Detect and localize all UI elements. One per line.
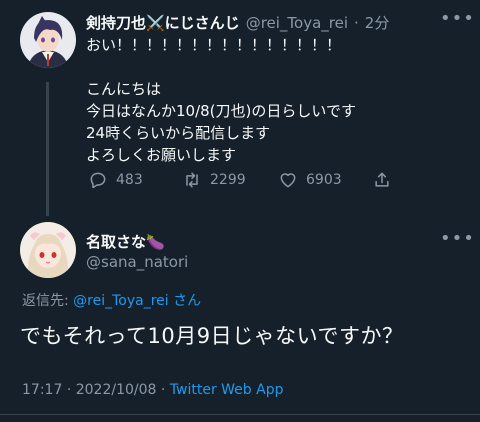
tweet-meta: 17:17 · 2022/10/08 · Twitter Web App — [22, 382, 283, 398]
meta-separator: · — [66, 382, 72, 398]
tweet-time[interactable]: 17:17 — [22, 382, 62, 398]
reply-suffix: さん — [168, 293, 202, 309]
tweet-line: よろしくお願いします — [86, 146, 237, 164]
avatar-toya[interactable] — [20, 12, 76, 68]
timestamp[interactable]: 2分 — [365, 12, 390, 33]
more-icon[interactable]: ••• — [440, 230, 475, 248]
display-name[interactable]: 名取さな🍆 — [86, 231, 165, 252]
retweet-count: 2299 — [210, 172, 246, 188]
like-button[interactable]: 6903 — [278, 170, 342, 190]
reply-count: 483 — [116, 172, 143, 188]
username[interactable]: @sana_natori — [86, 253, 188, 271]
replying-to: 返信先: @rei_Toya_rei さん — [22, 290, 201, 310]
avatar-sana[interactable] — [20, 222, 76, 278]
tweet-header: 剣持刀也⚔️にじさんじ @rei_Toya_rei · 2分 — [86, 12, 389, 33]
header-separator: · — [354, 13, 359, 32]
meta-separator: · — [160, 382, 166, 398]
reply-button[interactable]: 483 — [88, 170, 143, 190]
reply-to-link[interactable]: @rei_Toya_rei — [73, 293, 169, 309]
tweet-line: 24時くらいから配信します — [86, 124, 271, 142]
retweet-button[interactable]: 2299 — [182, 170, 246, 190]
more-icon[interactable]: ••• — [440, 10, 475, 28]
display-name[interactable]: 剣持刀也⚔️にじさんじ — [86, 12, 240, 33]
tweet-line: こんにちは — [86, 80, 162, 98]
tweet-line: 今日はなんか10/8(刀也)の日らしいです — [86, 102, 356, 120]
tweet-body: おい！！！！！！！！！！！！！！！ こんにちは 今日はなんか10/8(刀也)の日… — [86, 34, 356, 166]
thread-line — [46, 82, 49, 216]
reply-prefix: 返信先: — [22, 293, 74, 309]
source-app[interactable]: Twitter Web App — [170, 382, 284, 398]
username[interactable]: @rei_Toya_rei — [246, 14, 348, 32]
like-count: 6903 — [306, 172, 342, 188]
retweet-icon — [186, 172, 198, 188]
share-button[interactable] — [372, 170, 400, 190]
share-icon — [375, 172, 389, 187]
tweet-text: でもそれって10月9日じゃないですか？ — [20, 324, 404, 348]
tweet-date[interactable]: 2022/10/08 — [76, 382, 157, 398]
tweet-line: おい！！！！！！！！！！！！！！！ — [86, 36, 342, 54]
heart-icon — [280, 173, 296, 188]
tweet-line — [86, 56, 356, 78]
divider — [0, 414, 480, 415]
reply-icon — [90, 172, 106, 189]
